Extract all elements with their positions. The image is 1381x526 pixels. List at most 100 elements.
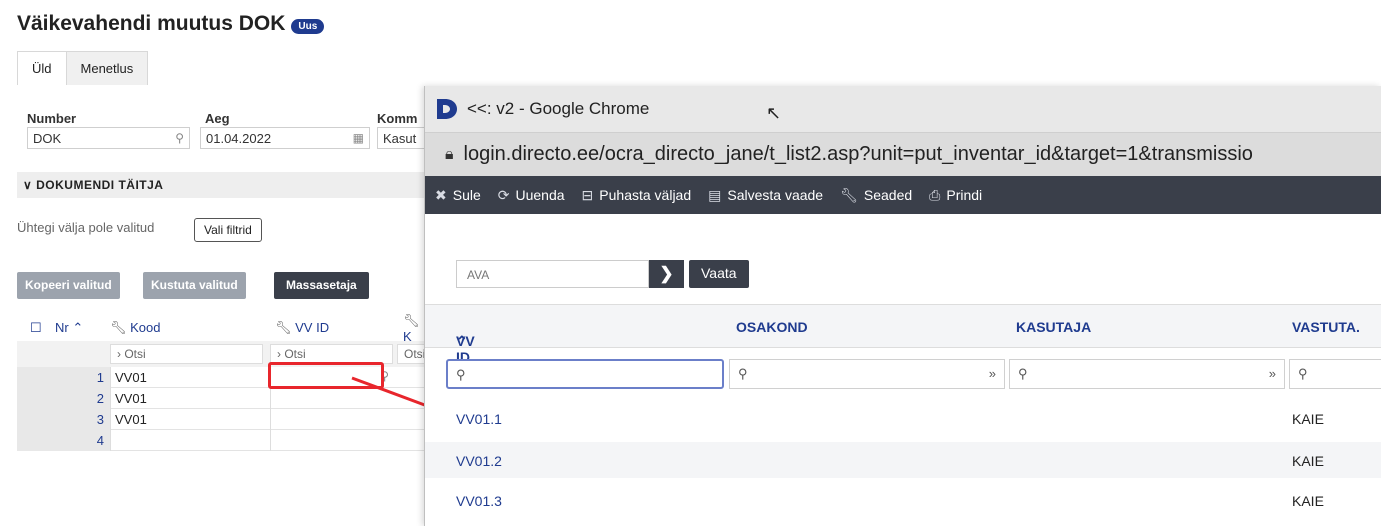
save-view-label: Salvesta vaade xyxy=(727,187,824,203)
kood-cell[interactable]: VV01 xyxy=(110,409,270,430)
vastutaja-value: KAIE xyxy=(1292,493,1324,509)
view-button[interactable]: Vaata xyxy=(689,260,749,288)
sort-asc-icon: ⌃ xyxy=(456,333,468,349)
search-icon[interactable]: ⚲ xyxy=(175,131,184,145)
kood-search-input[interactable]: › Otsi xyxy=(110,344,263,364)
wrench-icon: 🔧︎ xyxy=(275,320,292,335)
vvid-search-input[interactable]: › Otsi xyxy=(270,344,393,364)
vv-id-link[interactable]: VV01.3 xyxy=(456,493,502,509)
aeg-label: Aeg xyxy=(205,111,230,126)
list-item[interactable]: VV01.1 KAIE xyxy=(425,400,1381,436)
window-title-bar[interactable]: <<: v2 - Google Chrome xyxy=(425,86,1381,132)
refresh-label: Uuenda xyxy=(515,187,565,203)
clear-fields-label: Puhasta väljad xyxy=(599,187,692,203)
column-nr[interactable]: Nr ⌃ xyxy=(55,320,83,336)
wrench-icon: 🔧︎ xyxy=(110,320,127,335)
go-arrow-button[interactable]: ❯ xyxy=(649,260,684,288)
highlight-box xyxy=(268,362,384,389)
column-vvid[interactable]: 🔧︎ VV ID xyxy=(275,320,329,336)
table-row[interactable]: 2 VV01 xyxy=(17,388,427,409)
k-search-input[interactable]: Otsi xyxy=(397,344,427,364)
refresh-button[interactable]: ⟳ Uuenda xyxy=(498,187,565,204)
mass-setter-button[interactable]: Massasetaja xyxy=(274,272,369,299)
list-item[interactable]: VV01.2 KAIE xyxy=(425,442,1381,478)
kood-cell[interactable]: VV01 xyxy=(110,367,270,388)
kasutaja-value: Kasut xyxy=(383,130,417,146)
filter-message: Ühtegi välja pole valitud xyxy=(17,220,155,235)
vvid-cell[interactable] xyxy=(270,388,397,409)
vastutaja-value: KAIE xyxy=(1292,411,1324,427)
address-bar[interactable]: 🔒︎ login.directo.ee/ocra_directo_jane/t_… xyxy=(425,132,1381,176)
address-url: login.directo.ee/ocra_directo_jane/t_lis… xyxy=(463,143,1253,165)
kasutaja-filter-input[interactable]: ⚲» xyxy=(1009,359,1285,389)
select-filters-button[interactable]: Vali filtrid xyxy=(194,218,262,242)
vastutaja-filter-input[interactable]: ⚲ xyxy=(1289,359,1381,389)
column-kasutaja[interactable]: KASUTAJA xyxy=(1016,319,1091,335)
k-search-placeholder: Otsi xyxy=(404,347,426,361)
minus-square-icon: ⊟ xyxy=(581,186,594,203)
popup-search-input[interactable]: AVA xyxy=(456,260,649,288)
tab-uld[interactable]: Üld xyxy=(17,51,67,85)
number-label: Number xyxy=(27,111,77,126)
close-label: Sule xyxy=(452,187,481,203)
close-button[interactable]: ✖ Sule xyxy=(435,187,481,204)
double-chevron-icon[interactable]: » xyxy=(1269,366,1276,382)
select-all-checkbox[interactable]: ☐ xyxy=(30,320,42,336)
page-title-text: Väikevahendi muutus DOK xyxy=(17,12,286,35)
number-value: DOK xyxy=(33,130,62,146)
calendar-icon[interactable]: ▦ xyxy=(353,131,364,145)
status-badge: Uus xyxy=(291,18,325,34)
chevron-down-icon: ∨ xyxy=(23,178,33,192)
search-icon: ⚲ xyxy=(456,367,466,382)
list-item[interactable]: VV01.3 KAIE xyxy=(425,482,1381,518)
wrench-icon: 🔧︎ xyxy=(840,186,858,203)
section-title: DOKUMENDI TÄITJA xyxy=(36,178,164,192)
kommentaar-label: Komm xyxy=(377,111,418,126)
double-chevron-icon[interactable]: » xyxy=(989,366,996,382)
number-field[interactable]: DOK ⚲ xyxy=(27,127,190,149)
tab-bar: Üld Menetlus xyxy=(17,51,149,85)
osakond-filter-input[interactable]: ⚲» xyxy=(729,359,1005,389)
delete-selected-button[interactable]: Kustuta valitud xyxy=(143,272,246,299)
kood-search-placeholder: Otsi xyxy=(124,347,146,361)
search-icon: ⚲ xyxy=(1018,366,1028,381)
window-title: <<: v2 - Google Chrome xyxy=(467,99,650,118)
kood-cell[interactable] xyxy=(110,430,270,451)
date-value: 01.04.2022 xyxy=(206,130,272,146)
print-button[interactable]: ⎙ Prindi xyxy=(929,187,982,204)
row-number: 2 xyxy=(17,388,110,409)
popup-search-row: AVA ❯ Vaata xyxy=(456,260,749,288)
table-row[interactable]: 4 xyxy=(17,430,427,451)
column-kood[interactable]: 🔧︎ Kood xyxy=(110,320,161,336)
column-nr-label: Nr xyxy=(55,320,69,335)
save-icon: ▤ xyxy=(708,186,722,203)
kood-cell[interactable]: VV01 xyxy=(110,388,270,409)
vvid-cell[interactable] xyxy=(270,430,397,451)
column-kood-label: Kood xyxy=(130,320,161,335)
column-vastutaja[interactable]: VASTUTA. xyxy=(1292,319,1360,335)
section-header[interactable]: ∨ DOKUMENDI TÄITJA xyxy=(17,172,427,198)
vastutaja-value: KAIE xyxy=(1292,453,1324,469)
date-field[interactable]: 01.04.2022 ▦ xyxy=(200,127,370,149)
tab-menetlus[interactable]: Menetlus xyxy=(66,51,149,85)
popup-toolbar: ✖ Sule ⟳ Uuenda ⊟ Puhasta väljad ▤ Salvesta … xyxy=(425,176,1381,214)
search-icon: ⚲ xyxy=(738,366,748,381)
column-osakond[interactable]: OSAKOND xyxy=(736,319,808,335)
vv-id-link[interactable]: VV01.2 xyxy=(456,453,502,469)
vvid-cell[interactable] xyxy=(270,409,397,430)
wrench-icon: 🔧︎ xyxy=(403,312,420,328)
settings-label: Seaded xyxy=(863,187,913,203)
search-icon: ⚲ xyxy=(1298,366,1308,381)
mouse-cursor-icon: ↖ xyxy=(766,103,782,123)
row-number: 3 xyxy=(17,409,110,430)
copy-selected-button[interactable]: Kopeeri valitud xyxy=(17,272,120,299)
vv-id-filter-input[interactable]: ⚲ xyxy=(446,359,724,389)
vv-id-link[interactable]: VV01.1 xyxy=(456,411,502,427)
save-view-button[interactable]: ▤ Salvesta vaade xyxy=(708,187,823,204)
table-row[interactable]: 3 VV01 xyxy=(17,409,427,430)
list-header: VV ID ⌃ OSAKOND KASUTAJA VASTUTA. xyxy=(425,304,1381,365)
settings-button[interactable]: 🔧︎ Seaded xyxy=(840,187,912,204)
clear-fields-button[interactable]: ⊟ Puhasta väljad xyxy=(582,187,692,204)
print-label: Prindi xyxy=(946,187,983,203)
page-title: Väikevahendi muutus DOK Uus xyxy=(17,12,325,36)
